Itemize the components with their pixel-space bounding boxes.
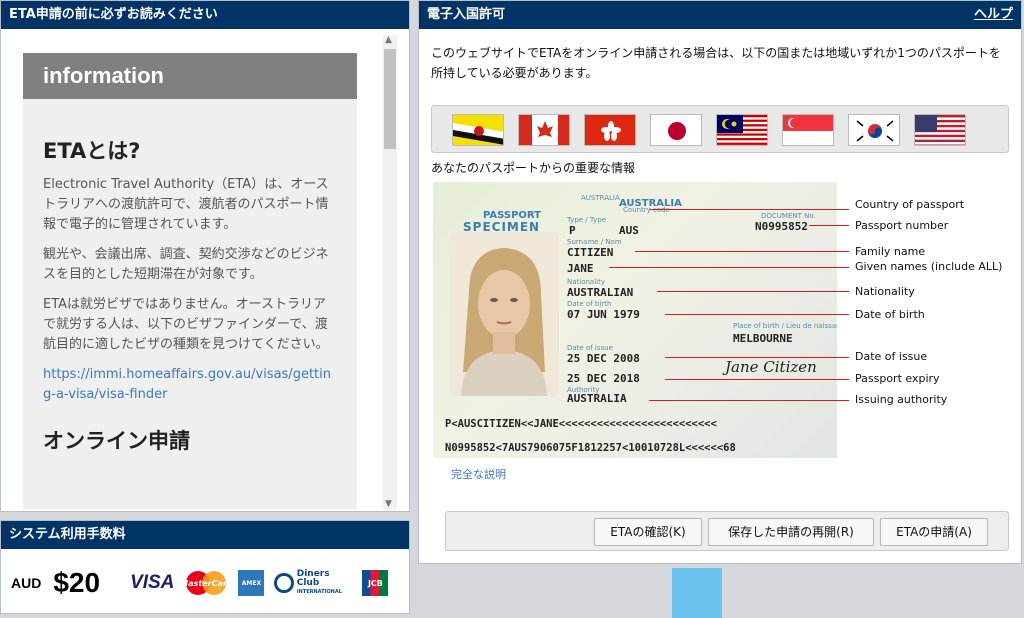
passport-signature: Jane Citizen xyxy=(725,358,817,376)
mastercard-icon: MasterCard xyxy=(180,570,233,596)
pointer-line-dob xyxy=(665,314,849,315)
pointer-line-given xyxy=(609,267,849,268)
passport-authority: AUSTRALIA xyxy=(567,392,627,405)
japan-flag-icon xyxy=(650,114,702,146)
passport-sample-image: PASSPORT SPECIMEN AUSTRALIA Type / Type … xyxy=(433,182,837,458)
passport-number: N0995852 xyxy=(755,220,808,233)
resume-application-button[interactable]: 保存した申請の再開(R) xyxy=(708,518,874,546)
fee-row: AUD $20 VISA MasterCard AMEX Diners Club… xyxy=(11,561,389,605)
help-link[interactable]: ヘルプ xyxy=(974,1,1013,29)
section-online-application: オンライン申請 xyxy=(43,429,190,453)
label-family-name: Family name xyxy=(855,245,926,258)
fee-amount: $20 xyxy=(53,567,101,598)
amex-card-icon: AMEX xyxy=(238,570,265,596)
info-paragraph-2: 観光や、会議出席、調査、契約交渉などのビジネスを目的とした短期滞在が対象です。 xyxy=(43,247,329,282)
pointer-line-issue xyxy=(665,357,849,358)
info-panel-header: ETA申請の前に必ずお読みください xyxy=(1,1,409,29)
eta-panel: 電子入国許可 ヘルプ このウェブサイトでETAをオンライン申請される場合は、以下… xyxy=(418,0,1022,564)
label-nationality: Nationality xyxy=(855,285,915,298)
info-scroll-area[interactable]: information ETAとは? Electronic Travel Aut… xyxy=(1,31,409,509)
check-eta-button[interactable]: ETAの確認(K) xyxy=(594,518,702,546)
brunei-flag-icon xyxy=(452,114,504,146)
info-box: information ETAとは? Electronic Travel Aut… xyxy=(23,53,357,509)
info-title: information xyxy=(23,53,357,99)
eta-panel-title: 電子入国許可 xyxy=(427,7,506,22)
action-button-bar: ETAの確認(K) 保存した申請の再開(R) ETAの申請(A) xyxy=(445,511,1009,551)
passport-expiry-date: 25 DEC 2018 xyxy=(567,372,640,385)
visa-card-icon: VISA xyxy=(130,572,175,593)
label-given-names: Given names (include ALL) xyxy=(855,260,1003,273)
info-paragraph-1: Electronic Travel Authority（ETA）は、オーストラリ… xyxy=(43,177,329,232)
pointer-line-family xyxy=(635,251,849,252)
passport-mrz-line-2: N0995852<7AUS7906075F1812257<10010728L<<… xyxy=(445,442,736,454)
hong-kong-flag-icon xyxy=(584,114,636,146)
diners-club-icon: Diners Club INTERNATIONAL xyxy=(274,569,352,596)
label-country-of-passport: Country of passport xyxy=(855,198,965,211)
passport-code: AUS xyxy=(619,224,639,237)
fee-panel-header: システム利用手数料 xyxy=(1,521,409,549)
south-korea-flag-icon xyxy=(848,114,900,146)
passport-issue-date: 25 DEC 2008 xyxy=(567,352,640,365)
currency-code: AUD xyxy=(11,575,42,591)
apply-eta-button[interactable]: ETAの申請(A) xyxy=(880,518,988,546)
visa-finder-link[interactable]: https://immi.homeaffairs.gov.au/visas/ge… xyxy=(43,367,331,402)
info-scrollbar[interactable]: ▲ ▼ xyxy=(383,35,397,509)
pointer-line-expiry xyxy=(665,379,849,380)
passport-given-names: JANE xyxy=(567,262,594,275)
passport-dob: 07 JUN 1979 xyxy=(567,308,640,321)
passport-mrz-line-1: P<AUSCITIZEN<<JANE<<<<<<<<<<<<<<<<<<<<<<… xyxy=(445,418,717,430)
label-date-of-birth: Date of birth xyxy=(855,308,925,321)
info-panel: ETA申請の前に必ずお読みください information ETAとは? Ele… xyxy=(0,0,410,512)
scroll-up-arrow-icon[interactable]: ▲ xyxy=(385,35,392,45)
passport-country: AUSTRALIA xyxy=(619,198,682,209)
passport-birthplace: MELBOURNE xyxy=(733,332,793,345)
full-explanation-link[interactable]: 完全な説明 xyxy=(451,466,506,482)
label-date-of-issue: Date of issue xyxy=(855,350,928,363)
pointer-line-authority xyxy=(649,400,849,401)
scroll-down-arrow-icon[interactable]: ▼ xyxy=(385,499,392,509)
label-passport-expiry: Passport expiry xyxy=(855,372,940,385)
pointer-line-number xyxy=(809,225,849,226)
passport-surname: CITIZEN xyxy=(567,246,614,259)
pointer-line-nationality xyxy=(657,291,849,292)
malaysia-flag-icon xyxy=(716,114,768,146)
label-passport-number: Passport number xyxy=(855,219,949,232)
canada-flag-icon xyxy=(518,114,570,146)
section-what-is-eta: ETAとは? xyxy=(43,139,141,163)
eta-panel-header: 電子入国許可 ヘルプ xyxy=(419,1,1021,29)
blue-background-block xyxy=(672,568,722,618)
passport-info-title: あなたのパスポートからの重要な情報 xyxy=(431,161,636,175)
label-issuing-authority: Issuing authority xyxy=(855,393,948,406)
passport-type: P xyxy=(569,224,576,237)
scrollbar-thumb[interactable] xyxy=(384,49,396,149)
fee-panel: システム利用手数料 AUD $20 VISA MasterCard AMEX D… xyxy=(0,520,410,614)
jcb-card-icon: JCB xyxy=(362,570,389,596)
eligible-flags xyxy=(431,105,1009,153)
passport-photo xyxy=(449,232,559,396)
united-states-flag-icon xyxy=(914,114,966,146)
info-paragraph-3: ETAは就労ビザではありません。オーストラリアで就労する人は、以下のビザファイン… xyxy=(43,297,329,352)
passport-nationality: AUSTRALIAN xyxy=(567,286,634,299)
singapore-flag-icon xyxy=(782,114,834,146)
pointer-line-country xyxy=(649,209,849,210)
eligibility-intro: このウェブサイトでETAをオンライン申請される場合は、以下の国または地域いずれか… xyxy=(431,46,1001,80)
